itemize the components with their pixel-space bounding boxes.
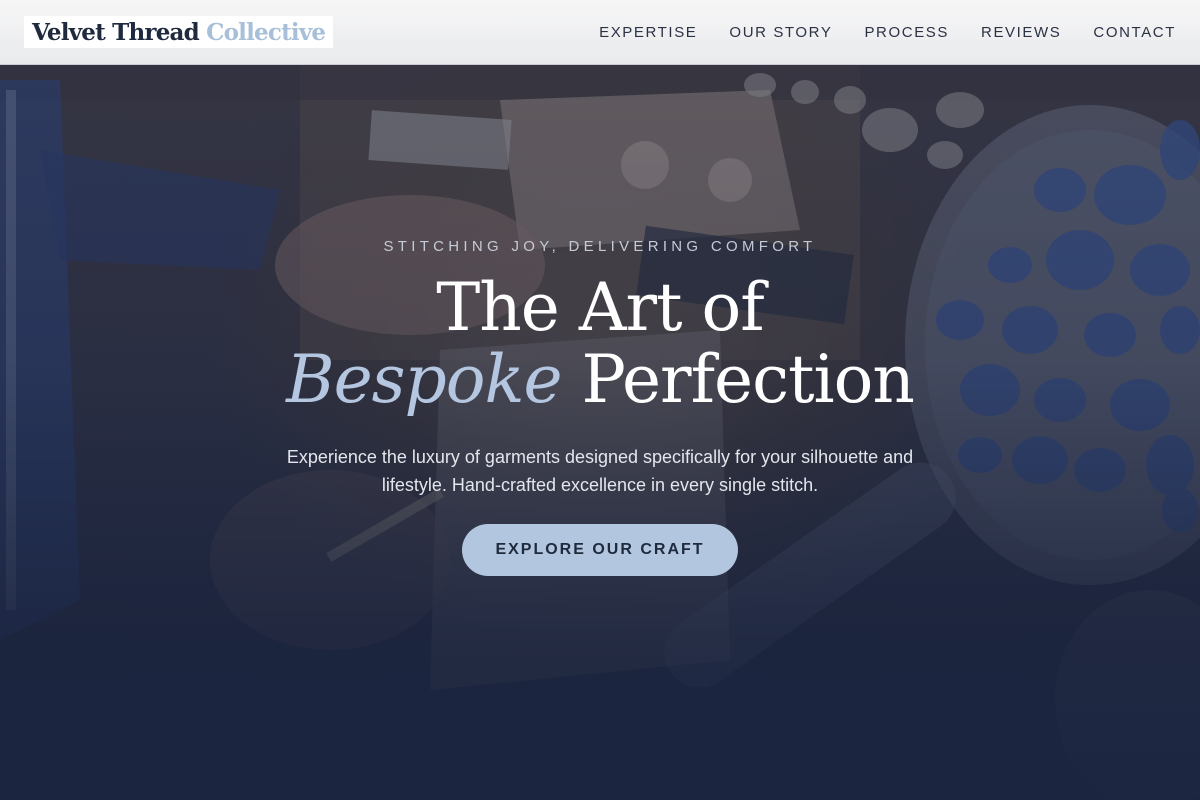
headline-rest: Perfection: [561, 341, 915, 418]
logo-main-text: Velvet Thread: [32, 19, 200, 46]
nav-link-expertise[interactable]: EXPERTISE: [599, 24, 697, 41]
nav-link-contact[interactable]: CONTACT: [1093, 24, 1176, 41]
logo-accent-text: Collective: [206, 19, 326, 46]
headline-line-2: Bespoke Perfection: [0, 344, 1200, 416]
nav-link-reviews[interactable]: REVIEWS: [981, 24, 1061, 41]
page: Velvet Thread Collective EXPERTISE OUR S…: [0, 0, 1200, 800]
hero-subtitle: Experience the luxury of garments design…: [286, 447, 914, 495]
site-header: Velvet Thread Collective EXPERTISE OUR S…: [0, 0, 1200, 65]
hero-headline: The Art of Bespoke Perfection: [0, 272, 1200, 416]
nav-link-our-story[interactable]: OUR STORY: [729, 24, 832, 41]
headline-accent-word: Bespoke: [286, 341, 562, 418]
nav-link-process[interactable]: PROCESS: [864, 24, 949, 41]
explore-craft-button[interactable]: EXPLORE OUR CRAFT: [462, 524, 738, 576]
hero-section: STITCHING JOY, DELIVERING COMFORT The Ar…: [0, 0, 1200, 800]
hero-eyebrow: STITCHING JOY, DELIVERING COMFORT: [383, 238, 817, 255]
logo[interactable]: Velvet Thread Collective: [24, 16, 334, 48]
main-nav: EXPERTISE OUR STORY PROCESS REVIEWS CONT…: [567, 24, 1176, 41]
headline-line-1: The Art of: [436, 269, 764, 346]
